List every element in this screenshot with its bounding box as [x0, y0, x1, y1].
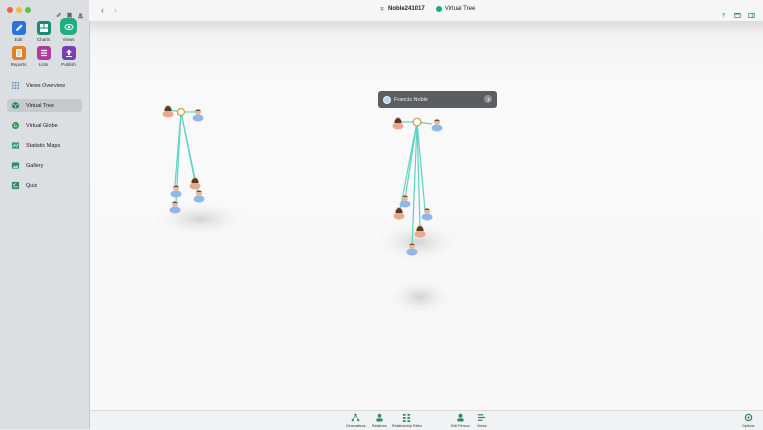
nav-item-gallery[interactable]: Gallery: [7, 159, 82, 172]
sidebar-toggle-icon[interactable]: [748, 6, 755, 18]
module-reports[interactable]: Reports: [6, 46, 31, 67]
person-tooltip-name: Francis Noble: [394, 96, 428, 103]
couple-node[interactable]: [176, 107, 186, 117]
tree-file-icon: [380, 6, 384, 12]
nav-item-label: Statistic Maps: [26, 142, 61, 149]
forward-chevron-icon[interactable]: ›: [114, 6, 117, 15]
globe-icon: [11, 121, 20, 130]
module-charts[interactable]: Charts: [31, 21, 56, 42]
bottombar-label: Options: [742, 424, 755, 428]
sidebar: Edit Charts Views Reports Lists Publish …: [0, 0, 90, 429]
nav-item-label: Quiz: [26, 182, 38, 189]
window-panel-icon[interactable]: [734, 6, 741, 18]
paperclip-icon[interactable]: [55, 6, 61, 18]
person-tooltip[interactable]: Francis Noble: [378, 91, 497, 108]
module-publish[interactable]: Publish: [56, 46, 81, 67]
bottombar-label: Edit Person: [451, 424, 470, 428]
list-icon: [36, 46, 51, 60]
nav-item-label: Gallery: [26, 162, 44, 169]
grid-dots-icon: [11, 81, 20, 90]
nav-item-quiz[interactable]: Quiz: [7, 179, 82, 192]
bottom-toolbar: Generations Relatives Relationship Paths…: [90, 410, 763, 430]
module-label: Publish: [61, 62, 76, 67]
window-controls: [7, 7, 31, 13]
document-icon: [11, 46, 26, 60]
pencil-icon: [11, 21, 26, 35]
virtual-tree-canvas[interactable]: Francis Noble: [90, 22, 763, 410]
nav-item-virtual-tree[interactable]: Virtual Tree: [7, 99, 82, 112]
module-label: Charts: [36, 37, 51, 42]
couple-node[interactable]: [412, 117, 422, 127]
person-node-francis-noble[interactable]: [431, 119, 443, 132]
person-node[interactable]: [192, 109, 204, 122]
zoom-window-button[interactable]: [25, 7, 31, 13]
sidebar-tools: [55, 6, 83, 19]
tree-scene: [150, 105, 463, 317]
edit-person-icon: [457, 413, 464, 422]
person-node[interactable]: [189, 177, 201, 190]
module-views[interactable]: Views: [56, 18, 81, 42]
bottombar-label: Relatives: [372, 424, 387, 428]
person-node[interactable]: [193, 190, 205, 203]
nav-item-label: Virtual Tree: [26, 102, 55, 109]
person-node[interactable]: [170, 185, 182, 198]
bookmark-icon[interactable]: [66, 6, 72, 19]
gallery-icon: [11, 161, 20, 170]
bottombar-label: Views: [477, 424, 487, 428]
ground-shadow: [150, 201, 250, 237]
file-name: Noble241017: [388, 6, 425, 12]
bottombar-label: Relationship Paths: [392, 424, 422, 428]
person-node[interactable]: [421, 208, 433, 221]
views-button[interactable]: Views: [477, 413, 487, 428]
cube-icon: [11, 101, 20, 110]
module-edit[interactable]: Edit: [6, 21, 31, 42]
eye-icon: [60, 18, 77, 35]
ground-shadow: [385, 277, 455, 317]
generations-button[interactable]: Generations: [346, 413, 366, 428]
nav-item-label: Views Overview: [26, 82, 66, 89]
person-node[interactable]: [162, 105, 174, 118]
back-chevron-icon[interactable]: ‹: [101, 6, 104, 15]
module-lists[interactable]: Lists: [31, 46, 56, 67]
header-actions: ?: [720, 6, 755, 20]
help-icon[interactable]: ?: [720, 6, 727, 20]
edit-person-button[interactable]: Edit Person: [451, 413, 470, 428]
nav-item-virtual-globe[interactable]: Virtual Globe: [7, 119, 82, 132]
window-header: ‹ › Noble241017 Virtual Tree ?: [89, 0, 763, 22]
svg-text:?: ?: [722, 13, 726, 19]
options-gear-icon: [744, 413, 752, 422]
map-icon: [11, 141, 20, 150]
views-list-icon: [478, 414, 486, 421]
module-label: Edit: [14, 37, 23, 42]
person-search-icon[interactable]: [77, 6, 83, 19]
nav-item-statistic-maps[interactable]: Statistic Maps: [7, 139, 82, 152]
window-title: Noble241017 Virtual Tree: [379, 6, 475, 12]
quiz-icon: [11, 181, 20, 190]
module-label: Views: [62, 37, 75, 42]
chart-grid-icon: [36, 21, 51, 35]
close-window-button[interactable]: [7, 7, 13, 13]
relatives-button[interactable]: Relatives: [372, 413, 387, 428]
bottombar-label: Generations: [346, 424, 366, 428]
generations-icon: [351, 413, 360, 422]
relatives-icon: [376, 413, 383, 422]
chevron-right-icon[interactable]: [484, 95, 492, 103]
minimize-window-button[interactable]: [16, 7, 22, 13]
relationship-paths-button[interactable]: Relationship Paths: [392, 413, 422, 428]
relationship-paths-icon: [403, 413, 411, 422]
upload-icon: [61, 46, 76, 60]
module-label: Reports: [10, 62, 27, 67]
person-node[interactable]: [393, 207, 405, 220]
person-node[interactable]: [392, 117, 404, 130]
views-nav: Views Overview Virtual Tree Virtual Glob…: [7, 79, 82, 199]
options-button[interactable]: Options: [742, 413, 754, 428]
module-switcher: Edit Charts Views Reports Lists Publish: [6, 18, 81, 67]
nav-item-views-overview[interactable]: Views Overview: [7, 79, 82, 92]
view-status-dot-icon: [435, 6, 442, 12]
person-gender-dot-icon: [383, 95, 391, 104]
module-label: Lists: [38, 62, 49, 67]
view-name: Virtual Tree: [444, 6, 476, 12]
nav-item-label: Virtual Globe: [26, 122, 58, 129]
